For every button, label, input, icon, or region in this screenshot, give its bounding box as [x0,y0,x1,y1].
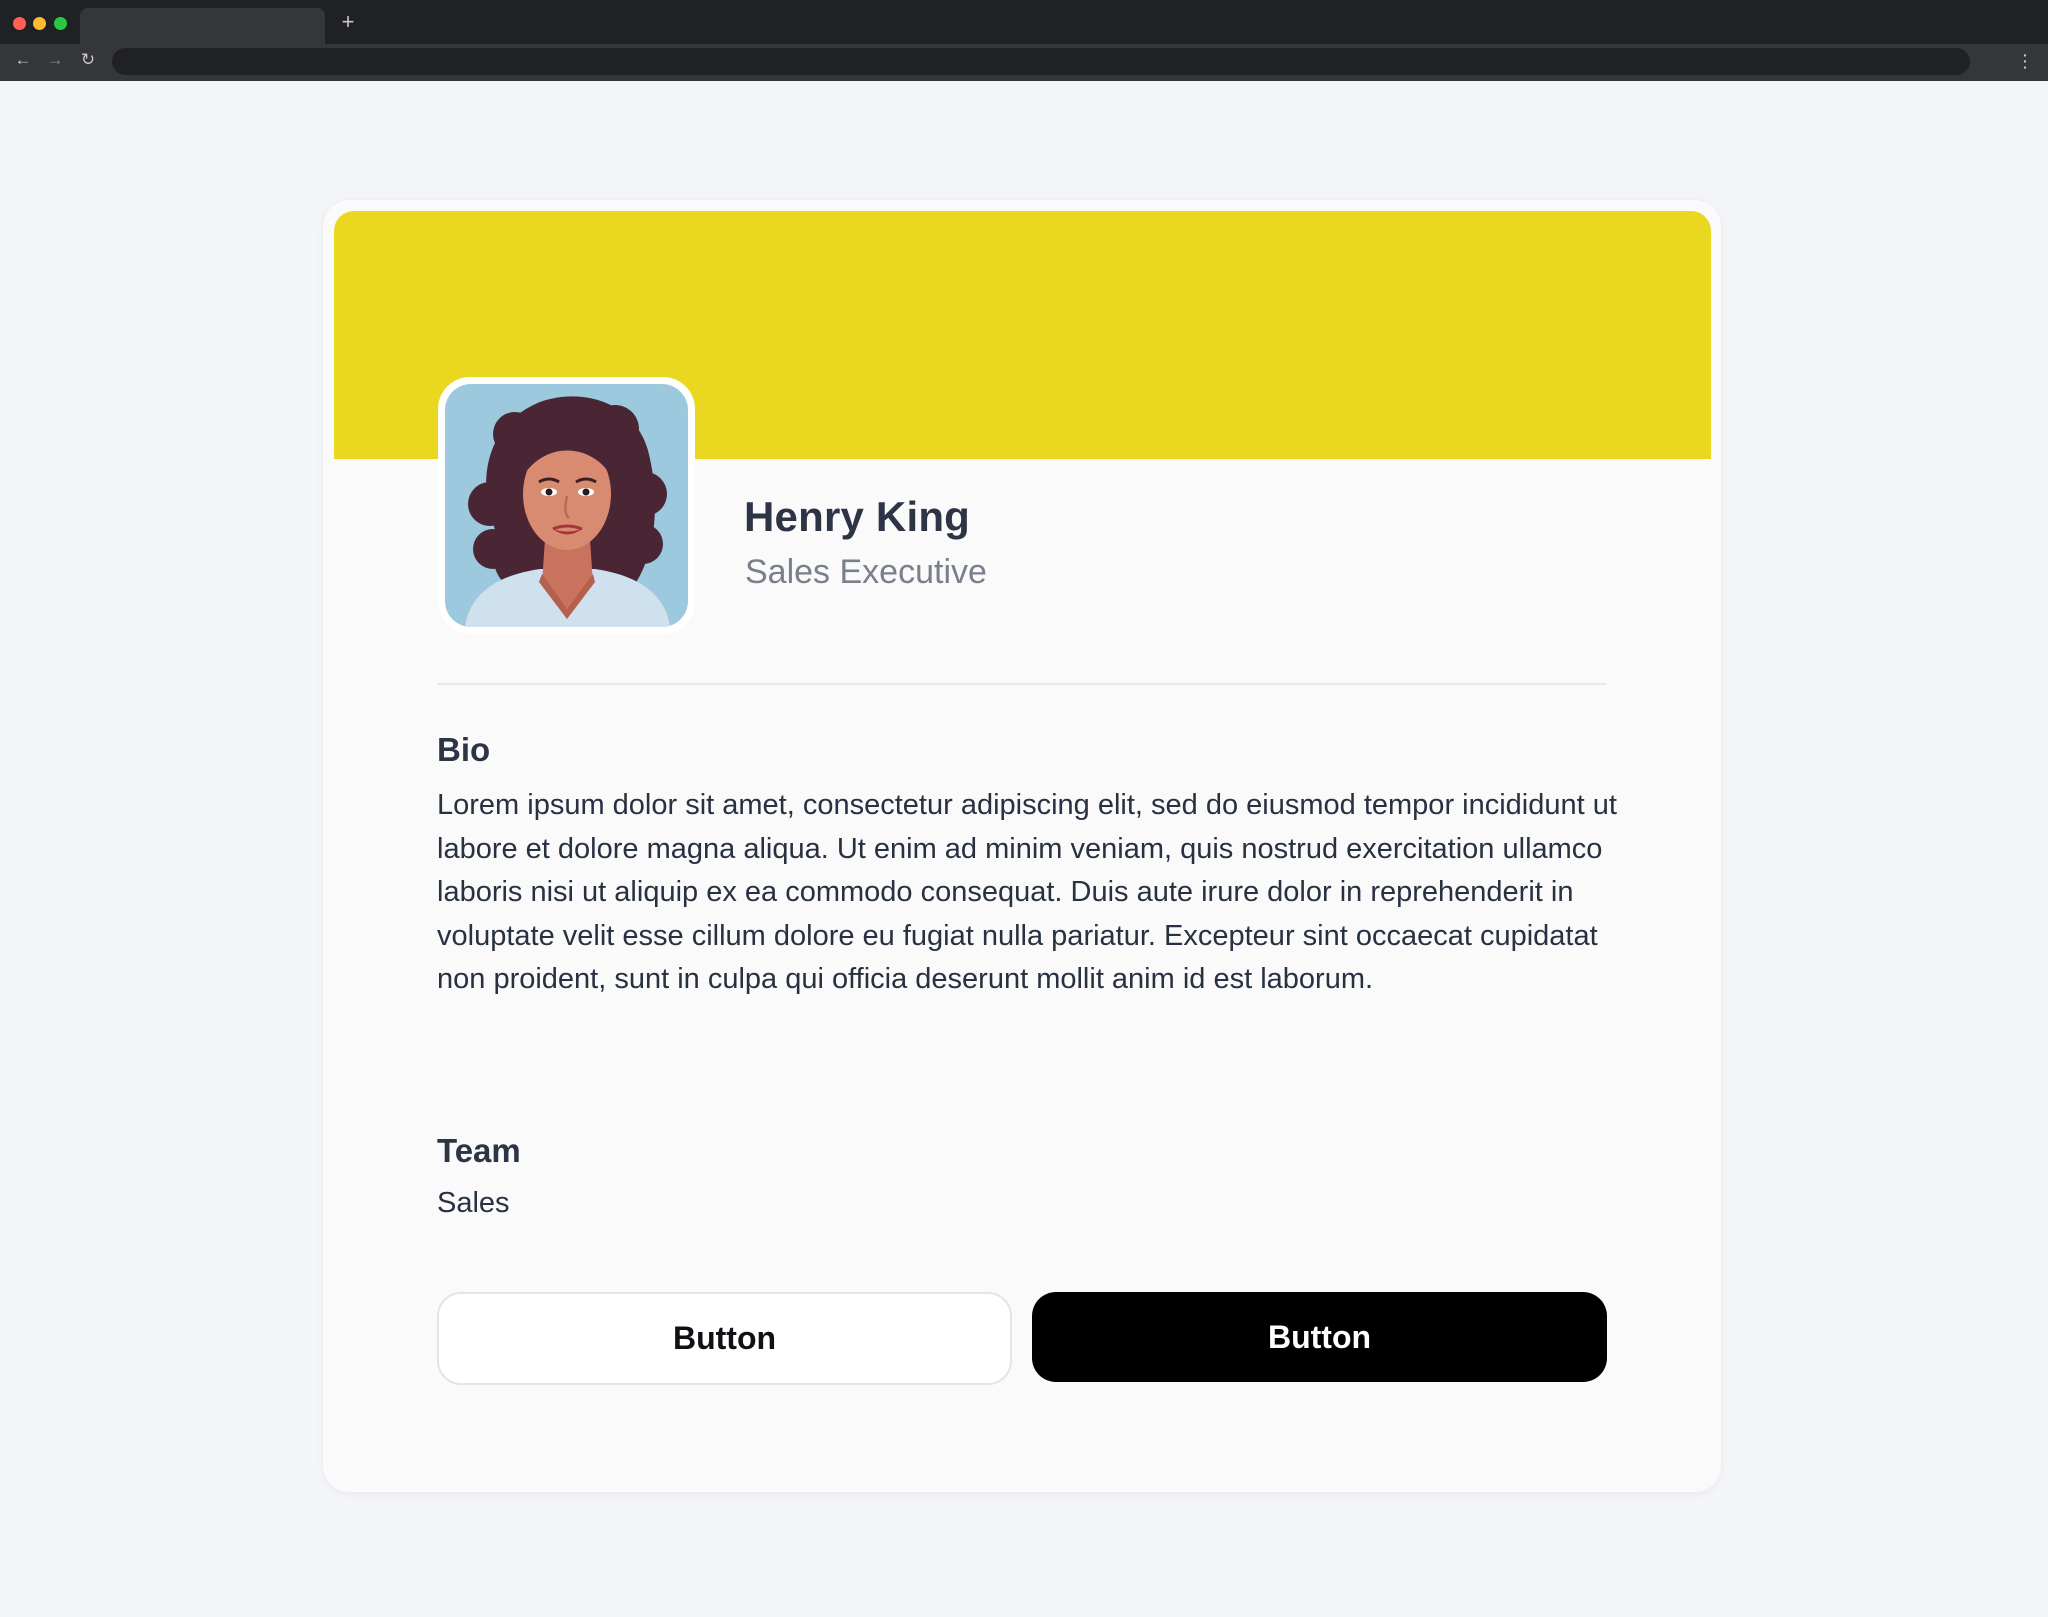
reload-icon[interactable]: ↻ [77,49,99,71]
avatar [438,377,695,634]
browser-tab[interactable] [80,8,325,44]
secondary-button[interactable]: Button [437,1292,1012,1385]
team-heading: Team [437,1132,521,1169]
new-tab-icon[interactable]: + [338,11,358,33]
avatar-portrait-image [445,384,688,627]
maximize-window-button[interactable] [54,17,67,30]
bio-text: Lorem ipsum dolor sit amet, consectetur … [437,789,1617,995]
tab-strip: + [0,0,2048,44]
team-value: Sales [437,1187,510,1219]
address-bar[interactable] [112,48,1970,75]
browser-chrome: + ← → ↻ ⋮ [0,0,2048,81]
profile-card: Henry King Sales Executive Bio Lorem ips… [323,200,1721,1492]
back-arrow-icon[interactable]: ← [12,49,34,71]
section-divider [437,683,1607,685]
bio-heading: Bio [437,731,491,768]
minimize-window-button[interactable] [33,17,46,30]
forward-arrow-icon[interactable]: → [44,49,66,71]
browser-menu-icon[interactable]: ⋮ [2016,50,2034,72]
primary-button[interactable]: Button [1032,1292,1607,1382]
close-window-button[interactable] [13,17,26,30]
profile-name: Henry King [744,493,971,540]
profile-role: Sales Executive [745,553,987,591]
